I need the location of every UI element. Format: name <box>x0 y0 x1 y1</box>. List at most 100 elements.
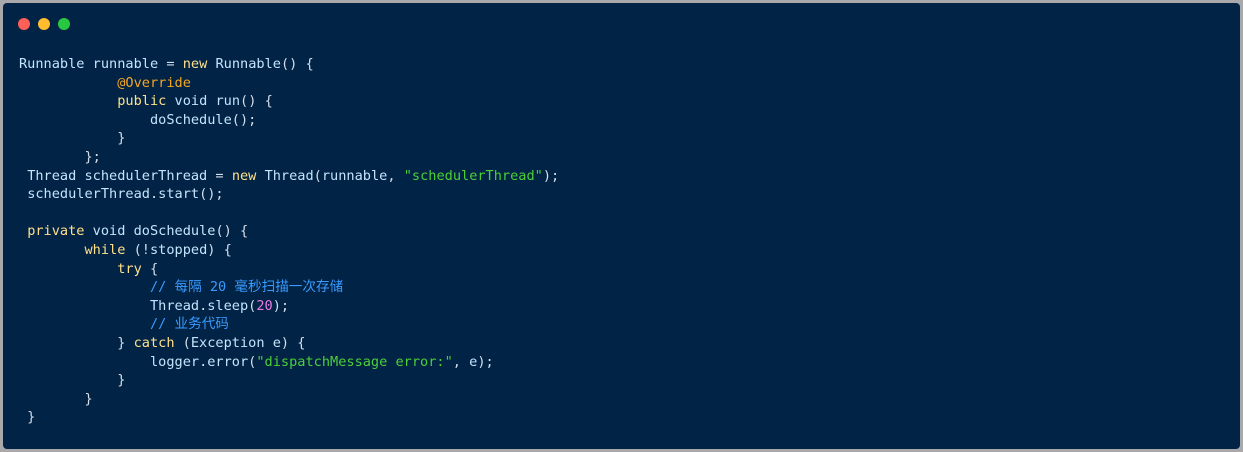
code-line: while (!stopped) { <box>19 241 559 260</box>
code-line: logger.error("dispatchMessage error:", e… <box>19 353 559 372</box>
code-token-name: sleep <box>207 297 249 314</box>
code-token-plain: () { <box>280 56 314 72</box>
code-token-name: schedulerThread <box>27 186 150 203</box>
zoom-window-button[interactable] <box>58 18 70 30</box>
code-line: }; <box>19 148 559 167</box>
code-token-plain: ); <box>272 297 290 314</box>
code-token-plain: }; <box>19 148 101 165</box>
code-token-plain: ) { <box>207 241 232 258</box>
code-token-plain: { <box>141 260 159 277</box>
code-token-plain: } <box>19 390 93 407</box>
code-token-keyword: new <box>231 167 257 184</box>
code-token-name: Thread <box>264 167 314 184</box>
code-token-name: run <box>215 93 241 110</box>
code-token-name: schedulerThread <box>84 167 208 184</box>
code-line: doSchedule(); <box>19 111 559 130</box>
code-token-name: logger <box>149 353 200 370</box>
code-token-plain: (! <box>125 241 150 258</box>
code-line: @Override <box>19 74 559 93</box>
code-token-name: e <box>272 334 281 351</box>
code-line: } catch (Exception e) { <box>19 334 559 353</box>
code-token-name: doSchedule <box>149 111 232 128</box>
code-token-plain: (); <box>231 111 257 128</box>
code-token-plain: } <box>19 409 36 426</box>
code-token-name: Runnable <box>215 56 281 72</box>
code-token-name: runnable <box>321 167 388 184</box>
code-token-plain: , <box>387 167 404 184</box>
code-block: Runnable runnable = new Runnable() { @Ov… <box>19 55 559 427</box>
code-token-plain: } <box>19 130 126 147</box>
code-line: public void run() { <box>19 92 559 111</box>
code-token-plain: , <box>452 353 470 370</box>
code-line: // 每隔 20 毫秒扫描一次存储 <box>19 278 559 297</box>
code-line: Runnable runnable = new Runnable() { <box>19 55 559 74</box>
code-token-plain: () { <box>240 93 273 110</box>
code-token-name: stopped <box>149 241 208 258</box>
code-token-name: Thread <box>149 297 200 314</box>
code-token-plain: ) { <box>280 334 306 351</box>
code-token-keyword: new <box>182 56 208 72</box>
close-window-button[interactable] <box>18 18 30 30</box>
code-window: Runnable runnable = new Runnable() { @Ov… <box>3 3 1240 449</box>
code-line: Thread.sleep(20); <box>19 297 559 316</box>
code-line: Thread schedulerThread = new Thread(runn… <box>19 167 559 186</box>
code-line: } <box>19 129 559 148</box>
code-token-plain: (); <box>199 186 224 203</box>
code-token-plain: ( <box>313 167 322 184</box>
code-token-plain: = <box>207 167 232 184</box>
code-token-keyword: while <box>84 241 126 258</box>
minimize-window-button[interactable] <box>38 18 50 30</box>
code-token-name: Exception <box>190 334 265 351</box>
code-line: } <box>19 408 559 427</box>
code-token-plain: ( <box>174 334 191 351</box>
code-token-number: 20 <box>256 297 273 314</box>
code-token-string: "dispatchMessage error:" <box>256 353 453 370</box>
code-token-keyword: catch <box>133 334 175 351</box>
code-line: // 业务代码 <box>19 315 559 334</box>
code-token-name: Thread <box>27 167 77 184</box>
code-token-name: doSchedule <box>133 223 216 240</box>
code-token-string: "schedulerThread" <box>403 167 543 184</box>
code-token-name: start <box>158 186 200 203</box>
code-token-plain: . <box>149 186 159 203</box>
code-line: } <box>19 371 559 390</box>
code-token-plain: } <box>19 334 134 351</box>
code-token-keyword: try <box>117 260 142 277</box>
code-token-keyword: private <box>27 223 85 240</box>
code-token-comment: // 每隔 20 毫秒扫描一次存储 <box>149 279 344 296</box>
code-token-keyword: public <box>117 93 167 110</box>
code-token-name: void <box>174 93 208 110</box>
code-token-plain: = <box>158 56 183 72</box>
code-line: try { <box>19 260 559 279</box>
code-line: schedulerThread.start(); <box>19 185 559 204</box>
code-token-name: runnable <box>92 56 159 72</box>
code-token-name: void <box>92 223 126 240</box>
code-token-plain: () { <box>215 223 249 240</box>
code-token-plain: } <box>19 372 126 389</box>
code-token-comment: // 业务代码 <box>149 316 229 333</box>
code-line: } <box>19 390 559 409</box>
code-token-name: error <box>207 353 249 370</box>
code-token-plain: ); <box>542 167 560 184</box>
code-line: private void doSchedule() { <box>19 222 559 241</box>
code-token-plain: ); <box>477 353 494 370</box>
window-titlebar <box>3 3 1240 43</box>
